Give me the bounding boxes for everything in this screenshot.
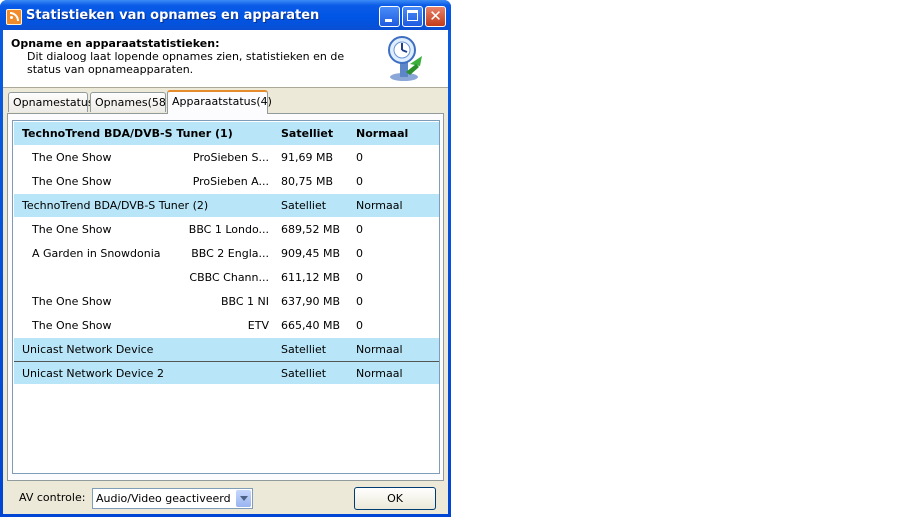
recording-row[interactable]: The One Show ProSieben A... 80,75 MB 0 [14, 170, 439, 193]
channel-name: ETV [247, 319, 269, 332]
channel-name: ProSieben A... [192, 175, 269, 188]
tab-apparaatstatus[interactable]: Apparaatstatus(4) [167, 90, 272, 114]
channel-name: CBBC Chann... [189, 271, 269, 284]
program-name: The One Show [32, 175, 112, 188]
device-row[interactable]: Unicast Network Device Satelliet Normaal [14, 338, 439, 361]
dialog-client: Opname en apparaatstatistieken: Dit dial… [3, 30, 448, 514]
device-type: Satelliet [281, 199, 327, 212]
program-name: The One Show [32, 295, 112, 308]
maximize-icon [407, 10, 418, 21]
window-title: Statistieken van opnames en apparaten [26, 8, 320, 23]
device-name: TechnoTrend BDA/DVB-S Tuner (1) [22, 127, 233, 140]
minimize-icon [385, 19, 392, 22]
statistics-icon [388, 36, 422, 81]
device-name: Unicast Network Device 2 [22, 367, 164, 380]
device-type: Satelliet [281, 367, 327, 380]
av-control-value: Audio/Video geactiveerd [96, 492, 231, 505]
recording-count: 0 [356, 295, 363, 308]
rss-icon [6, 9, 22, 25]
channel-name: BBC 1 NI [220, 295, 269, 308]
recording-row[interactable]: The One Show BBC 1 NI 637,90 MB 0 [14, 290, 439, 313]
device-list[interactable]: TechnoTrend BDA/DVB-S Tuner (1) Satellie… [12, 120, 440, 474]
program-name: The One Show [32, 151, 112, 164]
device-row[interactable]: TechnoTrend BDA/DVB-S Tuner (1) Satellie… [14, 122, 439, 145]
ok-button[interactable]: OK [354, 487, 436, 510]
recording-count: 0 [356, 271, 363, 284]
header-description: Dit dialoog laat lopende opnames zien, s… [27, 50, 345, 76]
recording-count: 0 [356, 319, 363, 332]
recording-count: 0 [356, 223, 363, 236]
recording-row[interactable]: CBBC Chann... 611,12 MB 0 [14, 266, 439, 289]
device-name: Unicast Network Device [22, 343, 154, 356]
maximize-button[interactable] [402, 6, 423, 27]
dialog-window: Statistieken van opnames en apparaten ✕ … [0, 0, 451, 517]
recording-size: 637,90 MB [281, 295, 341, 308]
device-status: Normaal [356, 199, 403, 212]
recording-size: 611,12 MB [281, 271, 341, 284]
chevron-down-icon[interactable] [236, 490, 251, 507]
program-name: A Garden in Snowdonia [32, 247, 161, 260]
recording-row[interactable]: A Garden in Snowdonia BBC 2 Engla... 909… [14, 242, 439, 265]
av-control-label: AV controle: [19, 491, 86, 504]
channel-name: BBC 2 Engla... [191, 247, 269, 260]
recording-row[interactable]: The One Show ETV 665,40 MB 0 [14, 314, 439, 337]
tab-opnamestatus[interactable]: Opnamestatus [8, 92, 94, 112]
header-title: Opname en apparaatstatistieken: [11, 37, 220, 50]
dialog-header: Opname en apparaatstatistieken: Dit dial… [3, 30, 448, 88]
device-name: TechnoTrend BDA/DVB-S Tuner (2) [22, 199, 209, 212]
recording-size: 80,75 MB [281, 175, 334, 188]
device-status: Normaal [356, 367, 403, 380]
recording-row[interactable]: The One Show ProSieben S... 91,69 MB 0 [14, 146, 439, 169]
device-type: Satelliet [281, 127, 334, 140]
recording-count: 0 [356, 175, 363, 188]
channel-name: BBC 1 Londo... [188, 223, 269, 236]
recording-count: 0 [356, 151, 363, 164]
title-bar[interactable]: Statistieken van opnames en apparaten ✕ [0, 0, 451, 30]
recording-count: 0 [356, 247, 363, 260]
program-name: The One Show [32, 319, 112, 332]
minimize-button[interactable] [379, 6, 400, 27]
device-type: Satelliet [281, 343, 327, 356]
recording-row[interactable]: The One Show BBC 1 Londo... 689,52 MB 0 [14, 218, 439, 241]
recording-size: 665,40 MB [281, 319, 341, 332]
close-button[interactable]: ✕ [425, 6, 446, 27]
close-icon: ✕ [429, 7, 442, 25]
device-status: Normaal [356, 127, 409, 140]
device-status: Normaal [356, 343, 403, 356]
recording-size: 91,69 MB [281, 151, 334, 164]
device-row[interactable]: Unicast Network Device 2 Satelliet Norma… [14, 361, 439, 384]
channel-name: ProSieben S... [193, 151, 269, 164]
recording-size: 689,52 MB [281, 223, 341, 236]
av-control-select[interactable]: Audio/Video geactiveerd [92, 488, 253, 509]
recording-size: 909,45 MB [281, 247, 341, 260]
tab-opnames[interactable]: Opnames(58) [90, 92, 170, 112]
program-name: The One Show [32, 223, 112, 236]
device-row[interactable]: TechnoTrend BDA/DVB-S Tuner (2) Satellie… [14, 194, 439, 217]
